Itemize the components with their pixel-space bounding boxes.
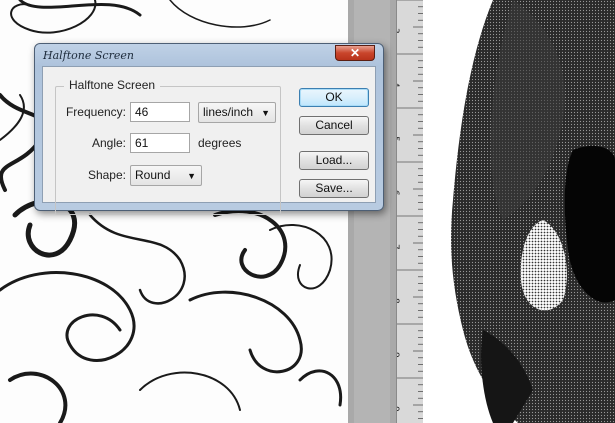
close-icon: ✕ — [349, 46, 361, 60]
group-label: Halftone Screen — [64, 78, 161, 92]
frequency-input[interactable]: 46 — [130, 102, 190, 122]
ruler-number: 3 — [397, 28, 400, 34]
angle-input[interactable]: 61 — [130, 133, 190, 153]
angle-unit-label: degrees — [198, 136, 242, 150]
vertical-ruler: 3 4 5 6 7 8 9 0 — [396, 0, 424, 423]
ok-button[interactable]: OK — [299, 88, 369, 107]
chevron-down-icon: ▼ — [261, 108, 270, 118]
ruler-number: 4 — [397, 82, 400, 88]
close-button[interactable]: ✕ — [335, 45, 375, 61]
ruler-number: 0 — [397, 406, 400, 412]
frequency-unit-value: lines/inch — [203, 105, 254, 119]
ruler-number: 9 — [397, 352, 400, 358]
frequency-unit-select[interactable]: lines/inch ▼ — [198, 102, 276, 123]
save-button[interactable]: Save... — [299, 179, 369, 198]
frequency-label: Frequency: — [65, 105, 126, 119]
halftone-skull-artwork — [451, 0, 615, 423]
ruler-number: 8 — [397, 298, 400, 304]
document-canvas-right — [423, 0, 615, 423]
dialog-body: Halftone Screen Frequency: 46 lines/inch… — [42, 66, 376, 215]
ruler-number: 6 — [397, 190, 400, 196]
angle-label: Angle: — [91, 136, 126, 150]
chevron-down-icon: ▼ — [187, 171, 196, 181]
halftone-screen-group: Halftone Screen Frequency: 46 lines/inch… — [55, 78, 281, 215]
ruler-number: 7 — [397, 244, 400, 250]
cancel-button[interactable]: Cancel — [299, 116, 369, 135]
ruler-number: 5 — [397, 136, 400, 142]
load-button[interactable]: Load... — [299, 151, 369, 170]
shape-select[interactable]: Round ▼ — [130, 165, 202, 186]
shape-label: Shape: — [87, 168, 126, 182]
dialog-titlebar[interactable]: Halftone Screen ✕ — [35, 44, 383, 66]
dialog-title: Halftone Screen — [43, 49, 134, 62]
halftone-screen-dialog: Halftone Screen ✕ Halftone Screen Freque… — [34, 43, 384, 215]
shape-value: Round — [135, 168, 171, 182]
